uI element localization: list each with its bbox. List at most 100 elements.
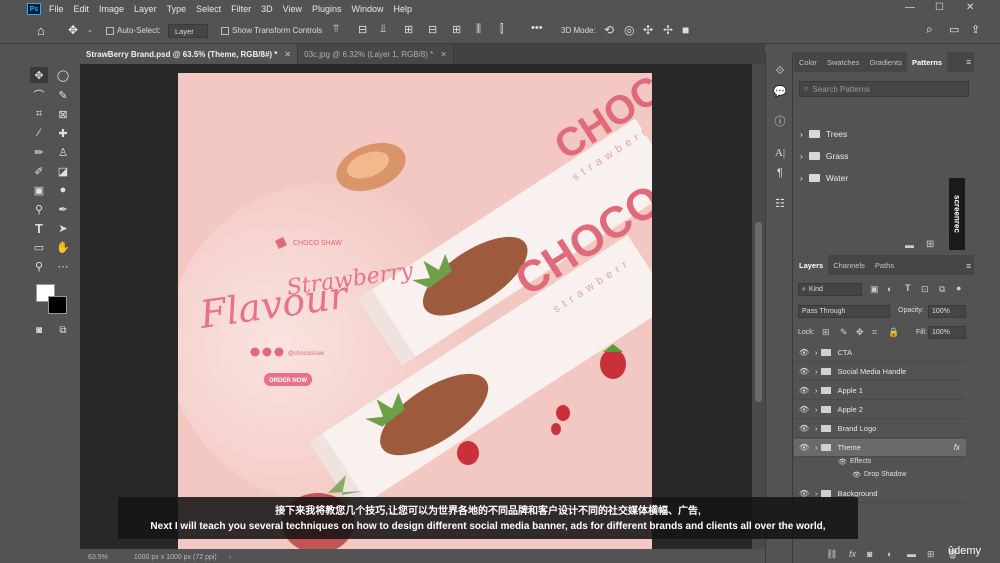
- eyedropper-tool-icon[interactable]: ⁄: [30, 125, 48, 141]
- align-bottom-icon[interactable]: ⫫: [380, 23, 386, 36]
- opacity-input[interactable]: 100%: [928, 305, 966, 318]
- menu-select[interactable]: Select: [196, 4, 221, 14]
- filter-shape-icon[interactable]: ⊡: [921, 284, 929, 295]
- filter-type-icon[interactable]: T: [905, 283, 911, 293]
- close-tab-icon[interactable]: ✕: [440, 50, 447, 59]
- filter-adjustment-icon[interactable]: ◐: [887, 284, 892, 294]
- frame-tool-icon[interactable]: ⊠: [54, 106, 72, 122]
- brush-tool-icon[interactable]: ✏: [30, 144, 48, 160]
- pen-tool-icon[interactable]: ✒: [54, 201, 72, 217]
- chevron-right-icon[interactable]: ›: [800, 151, 803, 161]
- hand-tool-icon[interactable]: ✋: [54, 239, 72, 255]
- background-color-swatch[interactable]: [48, 296, 67, 314]
- quick-select-tool-icon[interactable]: ✎: [54, 87, 72, 103]
- type-tool-icon[interactable]: T: [30, 220, 48, 236]
- chevron-right-icon[interactable]: ›: [815, 443, 818, 452]
- menu-layer[interactable]: Layer: [134, 4, 157, 14]
- pattern-group-water[interactable]: › Water: [800, 173, 848, 183]
- menu-plugins[interactable]: Plugins: [312, 4, 342, 14]
- menu-file[interactable]: File: [49, 4, 64, 14]
- menu-window[interactable]: Window: [352, 4, 384, 14]
- quick-mask-icon[interactable]: ◙: [30, 322, 48, 338]
- more-tools-icon[interactable]: ⋯: [54, 258, 72, 274]
- 3d-camera-icon[interactable]: ■: [682, 23, 689, 37]
- menu-help[interactable]: Help: [394, 4, 413, 14]
- new-group-icon[interactable]: ▬: [907, 549, 916, 559]
- new-layer-icon[interactable]: ⊞: [927, 549, 935, 560]
- lock-all-icon[interactable]: 🔒: [888, 327, 899, 338]
- align-hcenter-icon[interactable]: ⊟: [428, 23, 437, 36]
- chevron-right-icon[interactable]: ›: [815, 405, 818, 414]
- lock-position-icon[interactable]: ✥: [856, 327, 864, 338]
- chevron-right-icon[interactable]: ›: [800, 129, 803, 139]
- status-chevron-icon[interactable]: ›: [229, 554, 231, 561]
- close-icon[interactable]: ✕: [966, 2, 974, 13]
- visibility-eye-icon[interactable]: 👁: [799, 367, 809, 376]
- layer-row-apple-2[interactable]: 👁 › Apple 2: [794, 401, 966, 419]
- tab-color[interactable]: Color: [794, 52, 822, 72]
- tab-strawberry-brand[interactable]: StrawBerry Brand.psd @ 63.5% (Theme, RGB…: [80, 44, 299, 64]
- paragraph-panel-icon[interactable]: ¶: [771, 164, 789, 182]
- chevron-down-icon[interactable]: ⌄: [87, 26, 93, 34]
- info-panel-icon[interactable]: ⓘ: [771, 112, 789, 130]
- tab-03c-jpg[interactable]: 03c.jpg @ 6.32% (Layer 1, RGB/8) * ✕: [298, 44, 454, 64]
- layer-row-brand-logo[interactable]: 👁 › Brand Logo: [794, 420, 966, 438]
- pattern-group-trees[interactable]: › Trees: [800, 129, 847, 139]
- new-group-icon[interactable]: ▬: [905, 240, 914, 250]
- eye-icon[interactable]: 👁: [838, 458, 847, 466]
- path-select-tool-icon[interactable]: ➤: [54, 220, 72, 236]
- marquee-tool-icon[interactable]: ◯: [54, 67, 72, 83]
- workspace-icon[interactable]: ▭: [949, 23, 959, 36]
- 3d-orbit-icon[interactable]: ⟲: [604, 23, 614, 37]
- dodge-tool-icon[interactable]: ⚲: [30, 201, 48, 217]
- chevron-right-icon[interactable]: ›: [815, 424, 818, 433]
- layer-row-social-media-handle[interactable]: 👁 › Social Media Handle: [794, 363, 966, 381]
- menu-view[interactable]: View: [283, 4, 302, 14]
- more-options-icon[interactable]: •••: [531, 22, 543, 34]
- eye-icon[interactable]: 👁: [852, 471, 861, 479]
- menu-3d[interactable]: 3D: [261, 4, 273, 14]
- filter-toggle-icon[interactable]: ●: [956, 283, 961, 293]
- 3d-pan-icon[interactable]: ✣: [643, 23, 653, 37]
- history-brush-icon[interactable]: ✐: [30, 163, 48, 179]
- 3d-roll-icon[interactable]: ◎: [624, 23, 634, 37]
- scroll-thumb[interactable]: [755, 222, 762, 402]
- tab-gradients[interactable]: Gradients: [864, 52, 907, 72]
- layer-row-theme[interactable]: 👁 › Theme fx: [794, 439, 966, 457]
- search-patterns-input[interactable]: ⌕ Search Patterns: [799, 81, 969, 97]
- 3d-slide-icon[interactable]: ✢: [663, 23, 673, 37]
- adjustment-layer-icon[interactable]: ◐: [887, 549, 892, 559]
- chevron-right-icon[interactable]: ›: [815, 348, 818, 357]
- close-tab-icon[interactable]: ✕: [284, 50, 291, 59]
- align-left-icon[interactable]: ⊞: [404, 23, 413, 36]
- drop-shadow-effect[interactable]: Drop Shadow: [864, 471, 906, 478]
- blend-mode-dropdown[interactable]: Pass Through: [798, 305, 890, 318]
- align-vcenter-icon[interactable]: ⊟: [358, 23, 367, 36]
- history-panel-icon[interactable]: ⟐: [771, 62, 789, 80]
- tab-layers[interactable]: Layers: [794, 255, 829, 275]
- screen-mode-icon[interactable]: ⧉: [54, 322, 72, 338]
- layers-menu-icon[interactable]: ≡: [966, 261, 971, 271]
- filter-pixel-icon[interactable]: ▣: [870, 284, 879, 295]
- stamp-tool-icon[interactable]: ♙: [54, 144, 72, 160]
- tab-channels[interactable]: Channels: [828, 255, 870, 275]
- chevron-right-icon[interactable]: ›: [815, 386, 818, 395]
- comments-panel-icon[interactable]: 💬: [771, 82, 789, 100]
- move-tool-icon[interactable]: ✥: [68, 23, 78, 37]
- distribute-icon[interactable]: ⫼: [476, 23, 481, 36]
- adjustments-panel-icon[interactable]: ☷: [771, 194, 789, 212]
- lock-artboard-icon[interactable]: ⌗: [872, 327, 877, 338]
- eraser-tool-icon[interactable]: ◪: [54, 163, 72, 179]
- new-pattern-icon[interactable]: ⊞: [926, 239, 934, 250]
- blur-tool-icon[interactable]: ●: [54, 182, 72, 198]
- fx-icon[interactable]: fx: [954, 443, 960, 452]
- fill-input[interactable]: 100%: [928, 326, 966, 339]
- visibility-eye-icon[interactable]: 👁: [799, 386, 809, 395]
- minimize-icon[interactable]: —: [905, 2, 915, 13]
- add-mask-icon[interactable]: ◙: [867, 549, 872, 559]
- visibility-eye-icon[interactable]: 👁: [799, 424, 809, 433]
- visibility-eye-icon[interactable]: 👁: [799, 405, 809, 414]
- chevron-right-icon[interactable]: ›: [815, 367, 818, 376]
- tab-swatches[interactable]: Swatches: [822, 52, 865, 72]
- character-panel-icon[interactable]: A|: [771, 144, 789, 162]
